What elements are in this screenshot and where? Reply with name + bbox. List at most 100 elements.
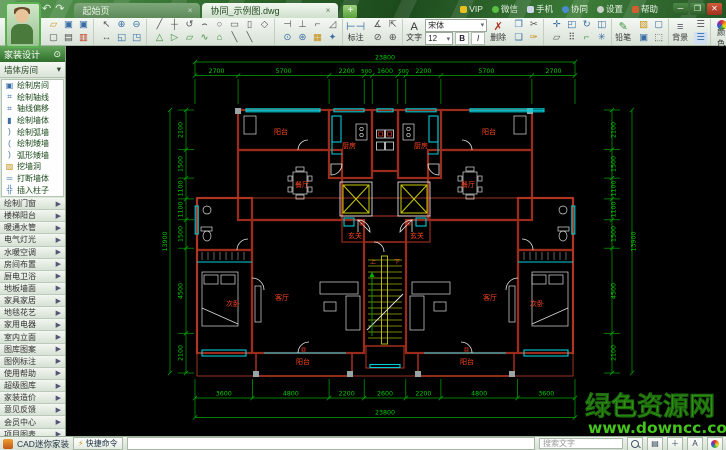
new-file-icon[interactable]: ▢ xyxy=(47,32,60,44)
sidebar-section-15[interactable]: 超级图库 ▶ xyxy=(0,380,65,393)
crop-icon[interactable]: ⬚ xyxy=(652,32,665,44)
fillet-icon[interactable]: ⌐ xyxy=(580,32,593,44)
menu-wechat[interactable]: 微信 xyxy=(491,3,518,15)
select-cursor-icon[interactable]: ↖ xyxy=(100,19,113,31)
italic-button[interactable]: I xyxy=(471,32,486,45)
pencil-button[interactable]: ✎ 铅笔 xyxy=(615,19,631,45)
circle-icon[interactable]: ○ xyxy=(213,19,226,31)
revision-icon[interactable]: ↺ xyxy=(183,19,196,31)
chamfer-icon[interactable]: ⌐ xyxy=(311,19,324,31)
tool-wall-hole[interactable]: ▨ 挖墙洞 xyxy=(2,161,63,173)
export-pdf-icon[interactable]: ▥ xyxy=(77,32,90,44)
sidebar-section-17[interactable]: 意见反馈 ▶ xyxy=(0,404,65,417)
tab-start-page[interactable]: 起始页 × xyxy=(74,3,201,18)
tool-break-wall[interactable]: ═ 打断墙体 xyxy=(2,173,63,185)
line-icon[interactable]: ╱ xyxy=(153,19,166,31)
text-style-button[interactable]: A xyxy=(687,436,703,450)
zoom-in-icon[interactable]: ⊕ xyxy=(115,19,128,31)
leader-icon[interactable]: ⇱ xyxy=(386,19,399,31)
tool-arc-low-wall[interactable]: ) 弧形矮墙 xyxy=(2,150,63,162)
close-tab-icon[interactable]: × xyxy=(188,6,193,15)
stretch-icon[interactable]: ◿ xyxy=(326,19,339,31)
sidebar-section-1[interactable]: 楼梯阳台 ▶ xyxy=(0,210,65,223)
extend-icon[interactable]: ⊥ xyxy=(296,19,309,31)
tool-draw-arc-wall[interactable]: ) 绘制弧墙 xyxy=(2,126,63,138)
lineweight-icon[interactable]: ☰ xyxy=(694,32,708,44)
menu-settings[interactable]: 设置 xyxy=(596,3,623,15)
region-icon[interactable]: ⊛ xyxy=(296,32,309,44)
search-input[interactable]: 搜索文字 xyxy=(539,438,623,449)
trim-icon[interactable]: ⊣ xyxy=(281,19,294,31)
diameter-dim-icon[interactable]: ⊕ xyxy=(386,32,399,44)
sidebar-section-18[interactable]: 会员中心 ▶ xyxy=(0,416,65,429)
font-size-select[interactable]: 12 ▾ xyxy=(425,32,454,45)
minimize-button[interactable]: ─ xyxy=(673,3,688,15)
explode-icon[interactable]: ✳ xyxy=(595,32,608,44)
pan-icon[interactable]: ↔ xyxy=(100,32,113,44)
search-button[interactable] xyxy=(627,436,643,450)
sidebar-section-3[interactable]: 电气灯光 ▶ xyxy=(0,234,65,247)
forward-arrow-icon[interactable]: ↷ xyxy=(55,1,64,17)
sidebar-section-11[interactable]: 室内立面 ▶ xyxy=(0,331,65,344)
shape-icon[interactable]: ⌂ xyxy=(213,32,226,44)
sidebar-section-8[interactable]: 家具家居 ▶ xyxy=(0,295,65,308)
menu-mobile[interactable]: 手机 xyxy=(526,3,553,15)
tab-drawing[interactable]: 协同_示例图.dwg × xyxy=(202,3,339,18)
save-icon[interactable]: ▣ xyxy=(62,19,75,31)
image-icon[interactable]: ▧ xyxy=(637,19,650,31)
linetype-icon[interactable]: ☰ xyxy=(694,19,707,31)
sidebar-section-4[interactable]: 水暖空调 ▶ xyxy=(0,246,65,259)
tool-insert-column[interactable]: ╬ 插入柱子 xyxy=(2,184,63,196)
parallelogram-icon[interactable]: ▱ xyxy=(183,32,196,44)
polygon-icon[interactable]: ▷ xyxy=(168,32,181,44)
menu-help[interactable]: 帮助 xyxy=(631,3,658,15)
sidebar-section-16[interactable]: 家装造价 ▶ xyxy=(0,392,65,405)
frame-icon[interactable]: ▢ xyxy=(652,19,665,31)
array-icon[interactable]: ⠿ xyxy=(565,32,578,44)
zoom-plus-button[interactable]: ＋ xyxy=(667,436,683,450)
command-input[interactable] xyxy=(126,437,535,450)
spline-icon[interactable]: ∿ xyxy=(198,32,211,44)
hatch-icon[interactable]: ▦ xyxy=(311,32,324,44)
drawing-area[interactable]: 23800 2700 5700 2200 500 1600 500 2200 5… xyxy=(66,46,726,437)
tool-axis-offset[interactable]: ⌗ 轴线偏移 xyxy=(2,103,63,115)
pin-icon[interactable]: ⊙ xyxy=(53,49,61,60)
sidebar-section-6[interactable]: 厨电卫浴 ▶ xyxy=(0,270,65,283)
font-family-select[interactable]: 宋体 ▾ xyxy=(425,18,488,32)
menu-vip[interactable]: VIP xyxy=(460,4,483,14)
format-brush-icon[interactable]: ✑ xyxy=(527,32,540,44)
quick-command-button[interactable]: ⚡ 快捷命令 xyxy=(72,437,123,450)
sidebar-section-5[interactable]: 房间布置 ▶ xyxy=(0,258,65,271)
sidebar-section-2[interactable]: 暖通水管 ▶ xyxy=(0,222,65,235)
sidebar-section-12[interactable]: 图库图案 ▶ xyxy=(0,343,65,356)
dimension-button[interactable]: ⊢⊣ 标注 xyxy=(346,19,365,45)
sidebar-section-9[interactable]: 地毯花艺 ▶ xyxy=(0,307,65,320)
new-tab-button[interactable]: + xyxy=(343,5,358,18)
back-arrow-icon[interactable]: ↶ xyxy=(42,1,51,17)
color-ball-button[interactable] xyxy=(707,436,723,450)
angle-dim-icon[interactable]: ∡ xyxy=(371,19,384,31)
ray-icon[interactable]: ╲ xyxy=(228,32,241,44)
ellipse-icon[interactable]: ◇ xyxy=(258,19,271,31)
print-icon[interactable]: ▤ xyxy=(62,32,75,44)
arc-icon[interactable]: ⌢ xyxy=(198,19,211,31)
rotate-icon[interactable]: ↻ xyxy=(580,19,593,31)
move-icon[interactable]: ✛ xyxy=(550,19,563,31)
palette-category[interactable]: 墙体房间 ▾ xyxy=(0,62,65,78)
paste-icon[interactable]: ❏ xyxy=(512,32,525,44)
tool-draw-axis[interactable]: ⌗ 绘制轴线 xyxy=(2,92,63,104)
rectangle-icon[interactable]: ▭ xyxy=(228,19,241,31)
save-as-icon[interactable]: ▣ xyxy=(77,19,90,31)
block-icon[interactable]: ✦ xyxy=(326,32,339,44)
rect2-icon[interactable]: ▯ xyxy=(243,19,256,31)
triangle-icon[interactable]: △ xyxy=(153,32,166,44)
user-avatar[interactable] xyxy=(5,2,41,48)
offset-icon[interactable]: ▱ xyxy=(550,32,563,44)
sidebar-section-10[interactable]: 家用电器 ▶ xyxy=(0,319,65,332)
radius-dim-icon[interactable]: ⊘ xyxy=(371,32,384,44)
zoom-out-icon[interactable]: ⊖ xyxy=(130,19,143,31)
delete-button[interactable]: ✗ 删除 xyxy=(490,19,506,45)
sidebar-section-13[interactable]: 图例标注 ▶ xyxy=(0,355,65,368)
sidebar-section-14[interactable]: 使用帮助 ▶ xyxy=(0,367,65,381)
xline-icon[interactable]: ╲ xyxy=(243,32,256,44)
